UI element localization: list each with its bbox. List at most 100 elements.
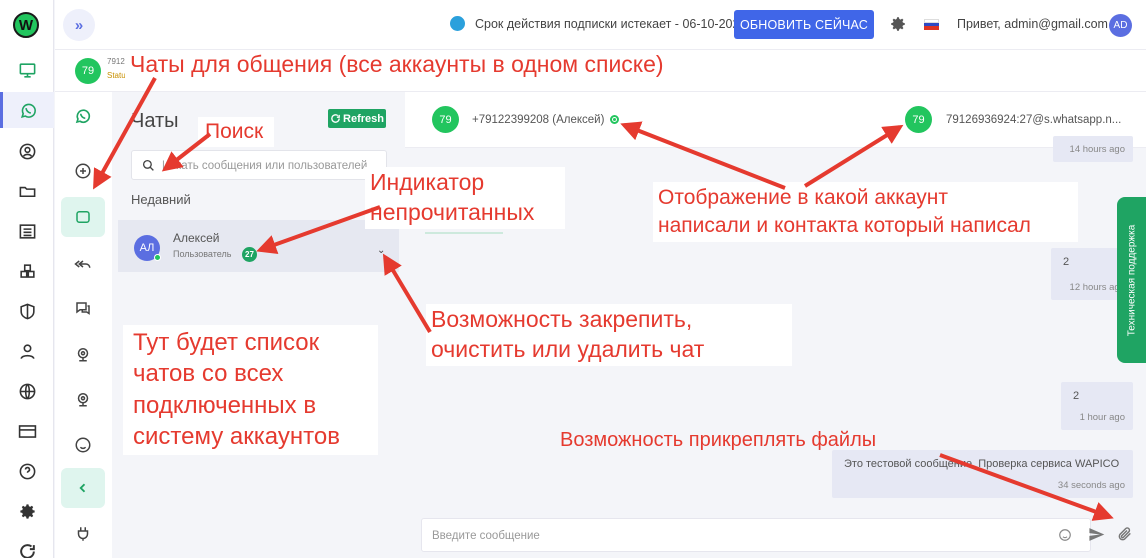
shield-icon [19, 303, 35, 319]
annotation-list-2: чатов со всех [133, 360, 284, 387]
support-tab[interactable]: Техническая поддержка [1117, 197, 1146, 363]
chevron-down-icon[interactable]: ⌄ [377, 245, 385, 256]
sidebar-item-help[interactable] [0, 453, 54, 489]
annotation-pin-1: Возможность закрепить, [431, 306, 693, 332]
annotation-display-1: Отображение в какой аккаунт [658, 186, 949, 209]
rail-messages[interactable] [61, 289, 105, 329]
search-icon [142, 159, 154, 171]
recent-label: Недавний [131, 192, 191, 207]
refresh-label: Refresh [343, 112, 384, 125]
account-number: 7912 [107, 57, 125, 66]
annotation-unread-1: Индикатор [370, 169, 485, 195]
refresh-button[interactable]: Refresh [328, 109, 386, 128]
subscription-status: Срок действия подписки истекает - 06-10-… [475, 17, 747, 31]
composer-box [421, 518, 1091, 552]
refresh-icon [19, 543, 35, 558]
monitor-icon [19, 62, 35, 78]
annotation-chats: Чаты для общения (все аккаунты в одном с… [130, 51, 664, 77]
emoji-icon [75, 437, 91, 453]
annotation-list-3: подключенных в [133, 392, 317, 419]
message-text: 2 [1063, 256, 1070, 268]
paperclip-icon[interactable] [1117, 525, 1133, 543]
plus-circle-icon [75, 163, 91, 179]
sidebar-item-boxes[interactable] [0, 253, 54, 289]
webcam-icon [77, 348, 89, 362]
sidebar-item-files[interactable] [0, 173, 54, 209]
rail-add[interactable] [61, 151, 105, 191]
whatsapp-icon [75, 109, 91, 124]
expand-sidebar-button[interactable]: » [63, 9, 95, 41]
message-time: 14 hours ago [1069, 144, 1125, 155]
sidebar-item-list[interactable] [0, 213, 54, 249]
sidebar-item-security[interactable] [0, 293, 54, 329]
rail-whatsapp[interactable] [61, 96, 105, 136]
rail-camera-2[interactable] [61, 379, 105, 419]
status-dot-icon [610, 115, 619, 124]
message-bubble: Это тестовой сообщение. Проверка сервиса… [832, 450, 1133, 498]
sidebar-item-sync[interactable] [0, 533, 54, 558]
annotation-unread-2: непрочитанных [370, 199, 535, 225]
sidebar-item-whatsapp[interactable] [0, 92, 54, 128]
sidebar-item-settings[interactable] [0, 493, 54, 529]
rail-chats[interactable] [61, 197, 105, 237]
rail-plugin[interactable] [61, 514, 105, 554]
annotation-search: Поиск [205, 120, 264, 143]
refresh-icon [331, 114, 340, 123]
boxes-icon [19, 263, 35, 278]
list-icon [19, 223, 35, 239]
language-flag-icon[interactable] [924, 19, 939, 30]
gear-icon [19, 503, 35, 519]
chevron-left-icon [79, 483, 86, 493]
message-text: 2 [1073, 390, 1080, 402]
annotation-attach: Возможность прикреплять файлы [560, 429, 877, 451]
globe-icon [19, 383, 35, 399]
app-logo[interactable]: W [13, 12, 39, 38]
chat-contact-role: Пользователь [173, 249, 232, 259]
folder-icon [19, 186, 35, 197]
card-icon [18, 424, 36, 438]
help-icon [19, 463, 35, 479]
message-time: 1 hour ago [1079, 412, 1125, 423]
bot-icon [76, 211, 90, 223]
person-icon [19, 343, 35, 359]
sidebar-item-users[interactable] [0, 333, 54, 369]
gear-icon[interactable] [889, 15, 907, 33]
search-input[interactable] [162, 157, 384, 174]
top-header: » Срок действия подписки истекает - 06-1… [55, 0, 1146, 50]
send-icon[interactable] [1088, 526, 1105, 543]
annotation-display-2: написали и контакта который написал [658, 214, 1031, 237]
emoji-icon[interactable] [1058, 528, 1072, 542]
sidebar-item-dashboard[interactable] [0, 52, 54, 88]
account-badge[interactable]: 79 [75, 58, 101, 84]
message-input[interactable] [432, 527, 1052, 545]
rail-camera-1[interactable] [61, 334, 105, 374]
plug-icon [77, 527, 89, 541]
message-time: 34 seconds ago [1057, 480, 1125, 491]
sidebar-item-global[interactable] [0, 373, 54, 409]
chat-contact-name: Алексей [173, 231, 220, 245]
message-bubble: 2 1 hour ago [1061, 382, 1133, 430]
chat-rail [55, 92, 112, 558]
rail-emoji[interactable] [61, 425, 105, 465]
avatar[interactable]: AD [1109, 14, 1132, 37]
message-text: Это тестовой сообщение. Проверка сервиса… [844, 458, 1120, 470]
whatsapp-icon [20, 103, 36, 118]
telegram-icon [450, 16, 465, 31]
account-jid: 79126936924:27@s.whatsapp.n... [946, 114, 1122, 126]
conversation-header: 79 +79122399208 (Алексей) 79 79126936924… [405, 92, 1146, 148]
message-composer [405, 512, 1146, 558]
list-item[interactable]: АЛ Алексей Пользователь 27 ⌄ [118, 220, 399, 272]
rail-reply-all[interactable] [61, 244, 105, 284]
main-sidebar: W [0, 0, 54, 558]
rail-collapse[interactable] [61, 468, 105, 508]
reply-all-icon [74, 260, 91, 268]
annotation-list-4: систему аккаунтов [133, 423, 340, 450]
contact-badge: 79 [432, 106, 459, 133]
annotation-list-1: Тут будет список [133, 329, 320, 356]
user-greeting: Привет, admin@gmail.com [957, 17, 1108, 31]
renew-now-button[interactable]: ОБНОВИТЬ СЕЙЧАС [734, 10, 874, 39]
user-circle-icon [19, 143, 35, 159]
sidebar-item-profile[interactable] [0, 133, 54, 169]
sidebar-item-billing[interactable] [0, 413, 54, 449]
chat-list-title: Чаты [131, 110, 179, 132]
